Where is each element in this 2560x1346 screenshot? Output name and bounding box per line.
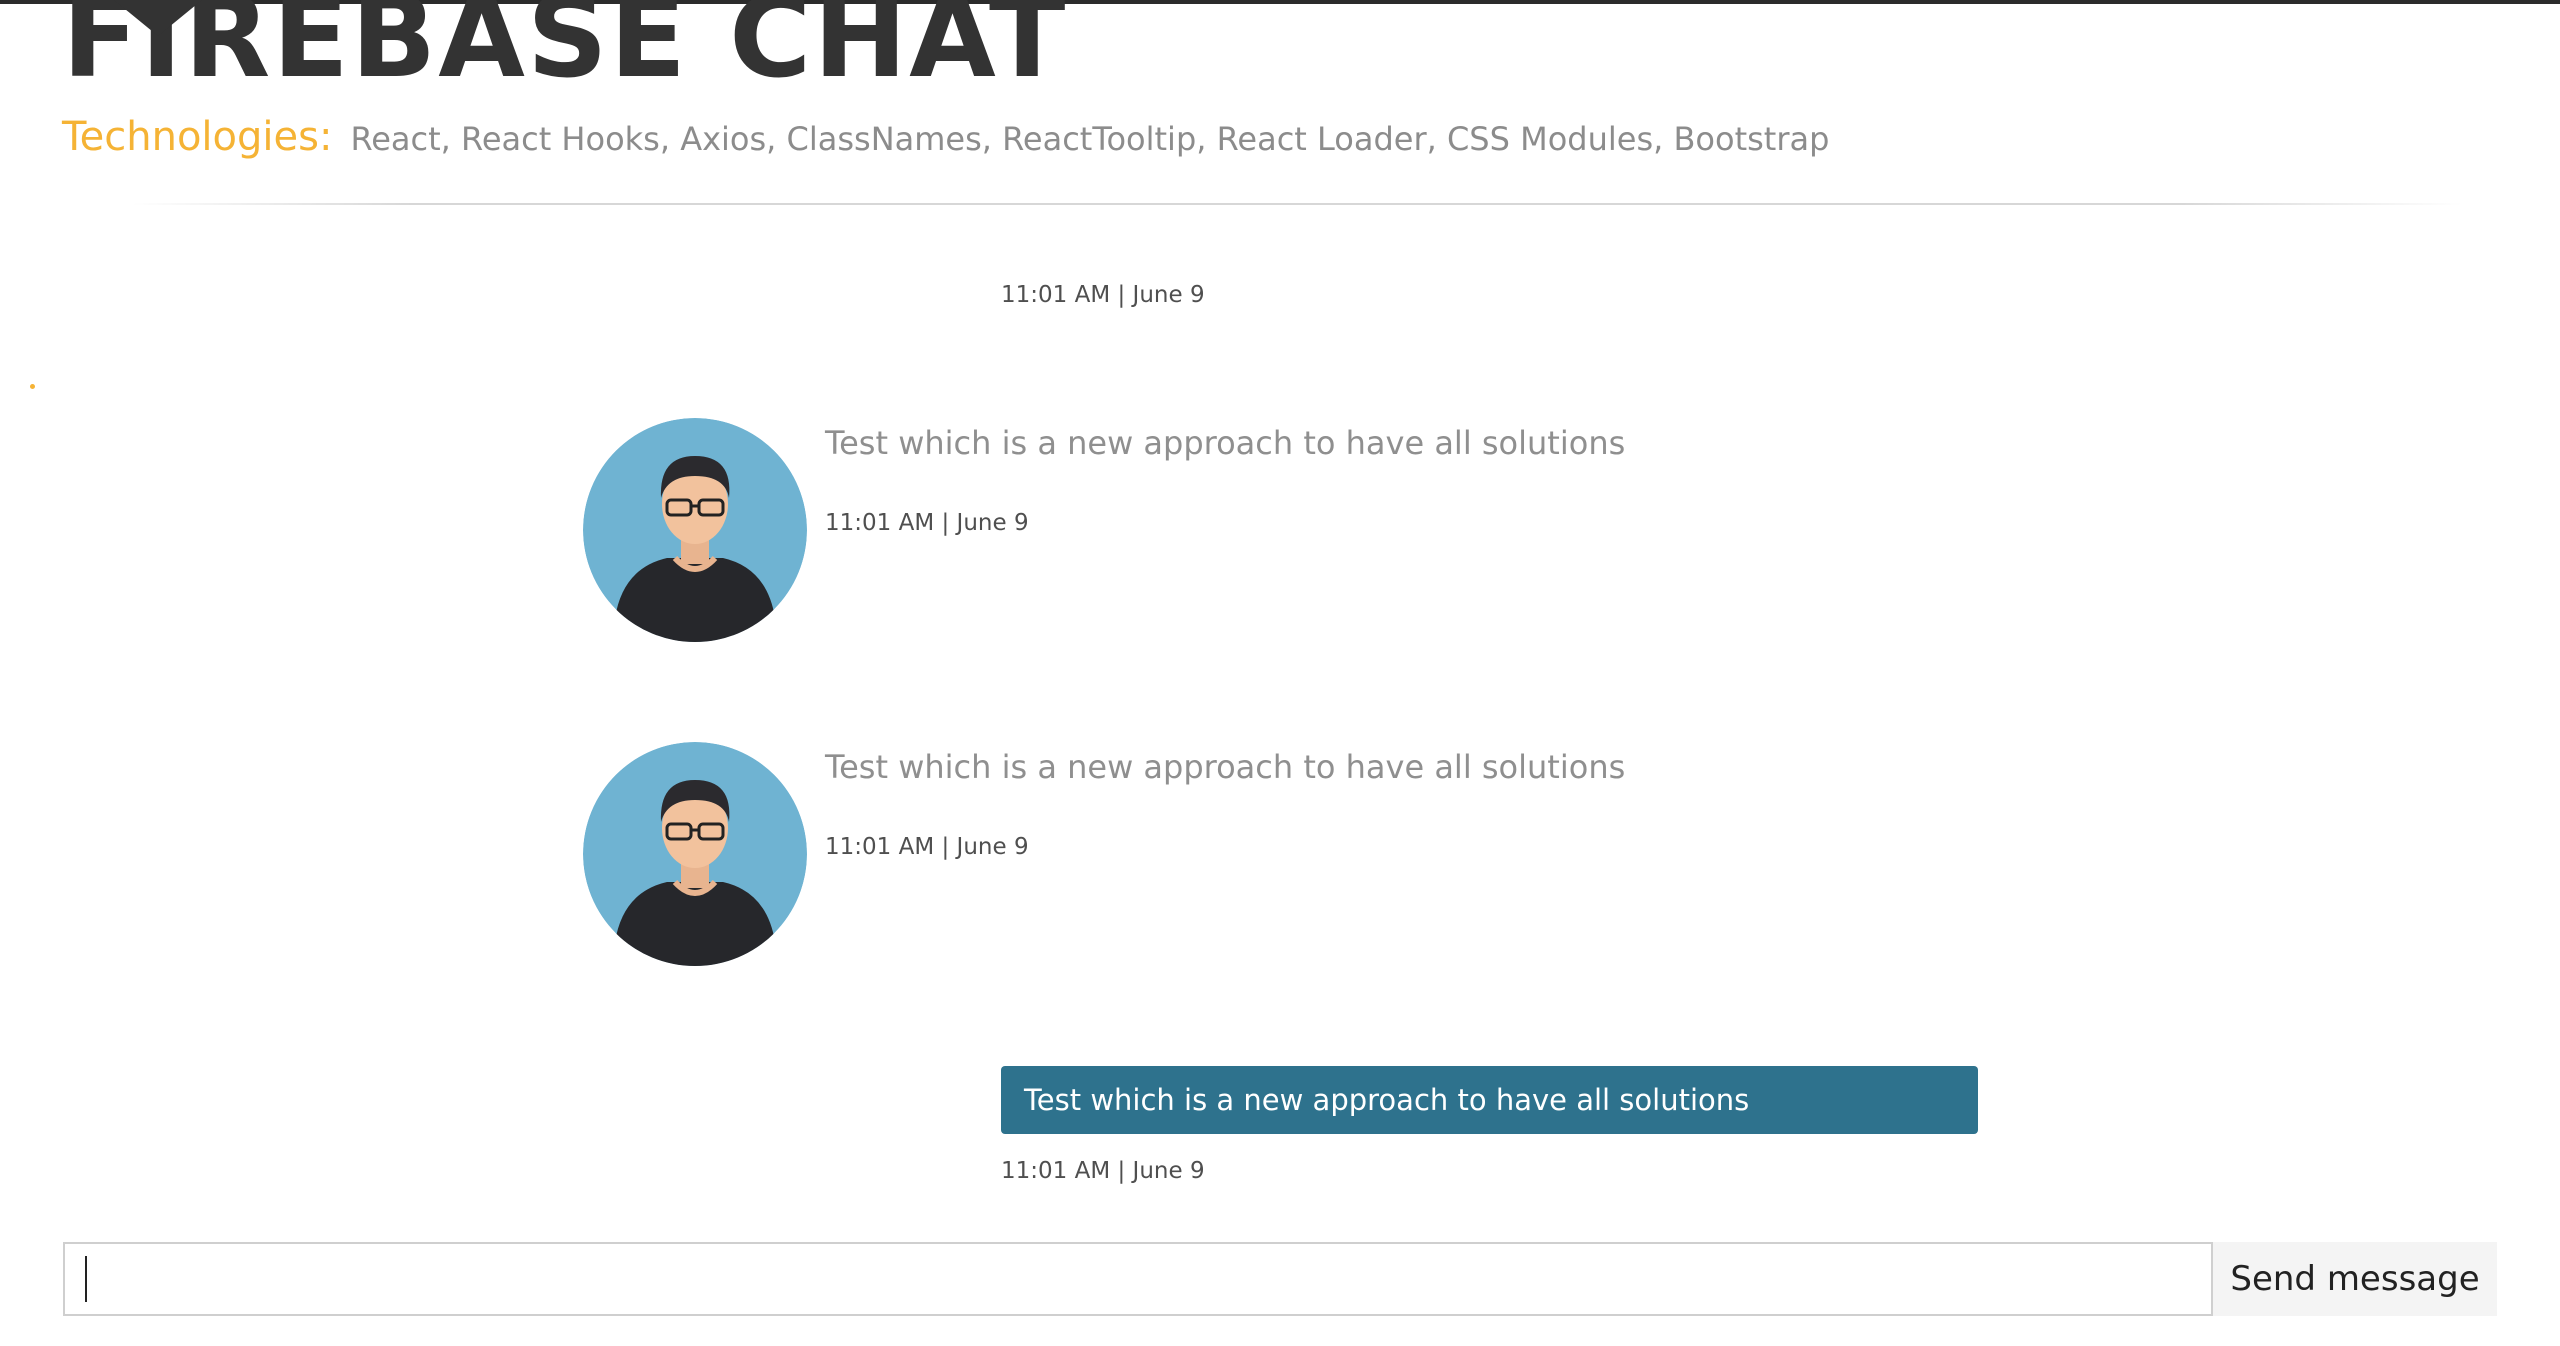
technologies-row: Technologies: React, React Hooks, Axios,…: [62, 114, 1829, 174]
outgoing-message-bubble: Test which is a new approach to have all…: [1001, 1066, 1978, 1134]
text-cursor: [85, 1256, 87, 1302]
message-composer: Send message: [63, 1242, 2497, 1316]
dropdown-marker-icon: [114, 0, 202, 36]
message-input[interactable]: [63, 1242, 2213, 1316]
technologies-list: React, React Hooks, Axios, ClassNames, R…: [350, 120, 1830, 158]
message-timestamp: 11:01 AM | June 9: [1001, 1158, 1205, 1184]
message-text: Test which is a new approach to have all…: [825, 424, 1626, 462]
technologies-label: Technologies:: [62, 114, 333, 160]
header-divider: [132, 203, 2462, 205]
message-text: Test which is a new approach to have all…: [825, 748, 1626, 786]
chat-page: FIREBASE CHAT Technologies: React, React…: [0, 0, 2560, 1346]
send-message-button[interactable]: Send message: [2213, 1242, 2497, 1316]
page-title: FIREBASE CHAT: [62, 0, 1068, 103]
user-avatar-icon: [583, 418, 807, 642]
message-timestamp: 11:01 AM | June 9: [825, 834, 1029, 860]
message-timestamp: 11:01 AM | June 9: [1001, 282, 1205, 308]
user-avatar-icon: [583, 742, 807, 966]
loader-dot: [30, 384, 35, 389]
message-timestamp: 11:01 AM | June 9: [825, 510, 1029, 536]
